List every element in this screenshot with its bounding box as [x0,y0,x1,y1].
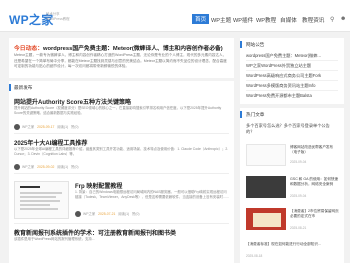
nav-wp-themes[interactable]: WP主题 [211,16,231,24]
article-views: 阅读(1) [57,125,69,129]
hot-post-date: 2025-09-04 [290,194,307,198]
divider [14,223,229,224]
thumb-line [20,192,62,194]
divider [246,70,338,71]
hot-post-featured[interactable]: 多个百家号怎么选？多个百家号登录单个公告的？ [246,123,338,135]
list-heading: 最新发布 [14,85,33,90]
avatar [14,164,20,171]
article-author[interactable]: WP之家 [83,212,95,216]
hot-post-title[interactable]: 博客网站改选优帮客户发布（电子版） [290,145,340,156]
article-author[interactable]: WP之家 [22,125,34,129]
user-icon[interactable]: ☻ [340,16,346,22]
thumb-line [20,196,56,198]
article-title[interactable]: Frp 映射配置教程 [75,181,122,190]
article-date: 2025-09-17 [37,125,55,129]
search-icon[interactable]: ⚲ [330,16,334,23]
article-views: 阅读(1) [57,165,69,169]
hot-post-title[interactable]: 【消费者标准】现在如何能进行行动全部知识... [246,242,338,247]
article-meta: WP之家 2025-09-17 阅读(1) 赞(0) [14,124,79,131]
article-list: 最新发布 网站提升Authority Score五种方法关键策略 提升网站的Au… [9,81,234,263]
section-marker [240,41,242,48]
section-marker [240,111,242,118]
hot-post-thumbnail[interactable] [246,176,286,198]
divider [14,173,229,174]
hot-post-thumbnail[interactable] [246,208,286,230]
divider [246,80,338,81]
hot-post-title[interactable]: 【消费者】2市位贸易保留网页必要的定式在市 [290,209,340,220]
nav-home[interactable]: 首页 [192,14,210,24]
site-header: WP之家 技术分享 WordPress教程 首页 WP主题 WP插件 WP教程 … [0,0,350,32]
notice-card: 今日动态：wordpress国产免费主题：Meteor(微蟀译人、博主和内容创作… [9,38,234,78]
divider [246,90,338,91]
article-excerpt: 该插件是用于WordPress网站的报刊管理系统，支持... [14,237,95,241]
article-author[interactable]: WP之家 [22,165,34,169]
tagline-line-2: WordPress教程 [46,16,70,21]
divider [246,60,338,61]
article-meta: WP之家 2025-09-02 阅读(1) 赞(0) [14,164,79,171]
sidebar-link[interactable]: wordpress国产免费主题：Meteor(微蟀... [246,53,321,59]
article-title[interactable]: 教育新闻报刊系统插件的学术：可注册教育新闻报刊和图书类 [14,228,176,237]
nav-wp-tutorials[interactable]: WP教程 [256,16,276,24]
nav-wp-plugins[interactable]: WP插件 [233,16,253,24]
section-marker [9,84,11,91]
hot-post-date: 2025-08-21 [290,226,307,230]
thumb-line [20,200,60,202]
nav-news[interactable]: 教程资讯 [302,16,324,24]
article-meta: WP之家 2025-07-21 阅读(1) 赞(0) [75,211,140,218]
sidebar-link[interactable]: WordPress免费开源都市主题Balsta [246,93,312,99]
article-excerpt: 以下是2025年全球AI编程工具的详细推荐介绍，涵盖其类别工具开发功能、适用场景… [14,147,229,157]
thumb-line [20,208,58,210]
article-excerpt: 1. 背景：自己的Windows电脑想远程访问局域网内的NAS服务器，一般可以借… [75,190,229,200]
sidebar-heading: 网站公告 [246,42,265,47]
hot-post-date: 2025-08-18 [246,254,263,258]
article-thumbnail[interactable] [14,181,69,219]
sidebar-link[interactable]: WordPress高级响应式商务公司主题Fork [246,73,321,79]
sidebar-announcements: 网站公告 wordpress国产免费主题：Meteor(微蟀... WP之家Wo… [240,38,344,104]
sidebar-heading: 热门文章 [246,112,265,117]
nav-self-media[interactable]: 自媒体 [280,16,297,24]
article-views: 阅读(1) [118,212,130,216]
avatar [14,124,20,131]
hot-post-thumbnail[interactable] [246,144,286,166]
avatar [75,211,81,218]
sidebar-hot-posts: 热门文章 多个百家号怎么选？多个百家号登录单个公告的？ 博客网站改选优帮客户发布… [240,108,344,263]
notice-tag: 今日动态： [14,46,43,52]
sidebar-link[interactable]: WP之家WordPress外贸独立站主题 [246,63,311,69]
article-date: 2025-09-02 [37,165,55,169]
notice-title-text: wordpress国产免费主题：Meteor(微蟀译人、博主和内容创作者必备) [43,46,223,52]
article-likes[interactable]: 赞(0) [132,212,140,216]
notice-title[interactable]: 今日动态：wordpress国产免费主题：Meteor(微蟀译人、博主和内容创作… [14,43,223,52]
article-title[interactable]: 网站提升Authority Score五种方法关键策略 [14,97,131,106]
article-excerpt: 提升网站的Authority Score（权威度评分）是SEO领域心的核心之一，… [14,106,222,116]
article-date: 2025-07-21 [98,212,116,216]
divider [14,133,229,134]
hot-post-title[interactable]: GSC 和 GA 的使用：如何快速和数据分析，网络安全案例 [290,177,340,188]
notice-body: Meteor主题，一款专为微蟀译人、博主和内容创作者精心打造的WordPress… [14,53,227,69]
article-title[interactable]: 2025年十大AI编程工具推荐 [14,138,87,147]
thumb-inner [253,213,281,227]
thumb-line [20,186,40,188]
hot-post-date: 2025-09-04 [290,160,307,164]
thumb-line [20,204,50,206]
site-tagline: 技术分享 WordPress教程 [46,12,70,21]
sidebar-link[interactable]: WordPress多模版商务资讯站主题Info [246,83,316,89]
article-likes[interactable]: 赞(0) [71,165,79,169]
article-likes[interactable]: 赞(0) [71,125,79,129]
